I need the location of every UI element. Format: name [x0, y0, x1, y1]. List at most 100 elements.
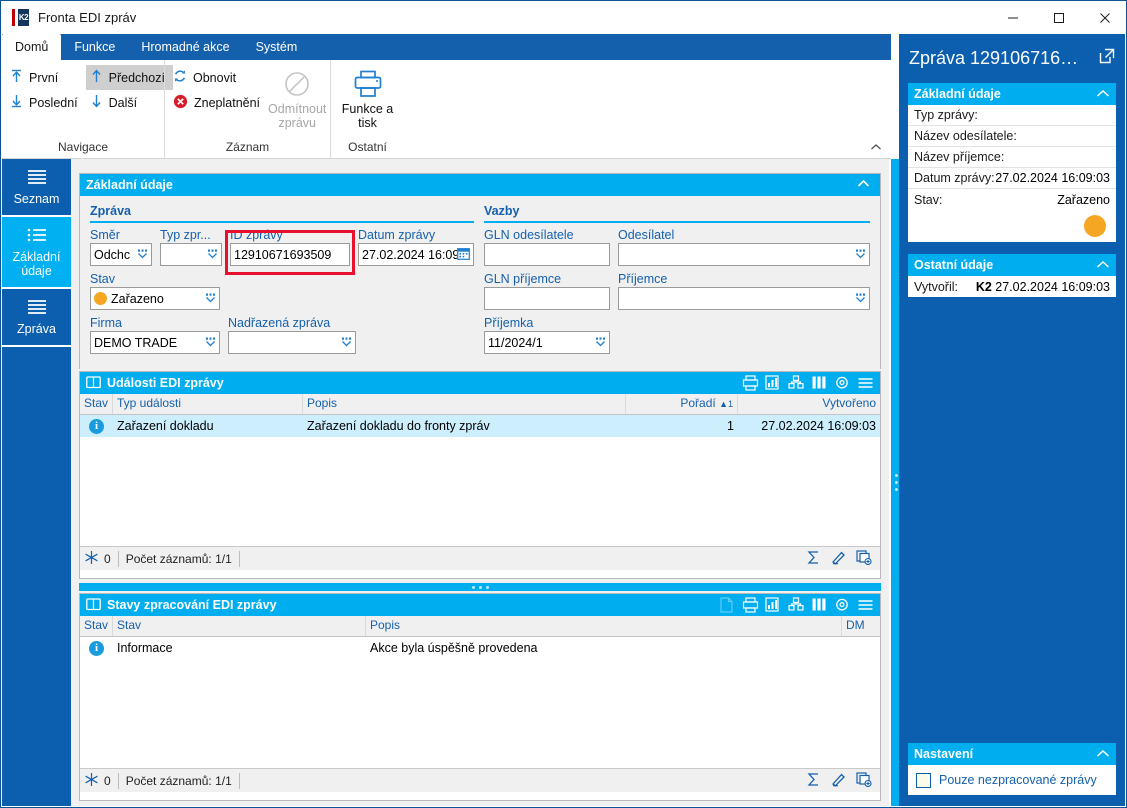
tab-domu[interactable]: Domů [2, 34, 62, 60]
field-smer-input[interactable]: Odchc [90, 243, 152, 266]
filter-count: 0 [104, 551, 111, 566]
status-separator-2 [238, 772, 240, 789]
column-header-stav[interactable]: Stav [80, 394, 113, 414]
sidebar-item-zakladni-udaje[interactable]: Základní údaje [2, 217, 71, 289]
checkbox-icon[interactable] [916, 772, 931, 788]
table-row[interactable]: i Zařazení dokladu Zařazení dokladu do f… [80, 415, 880, 437]
chevron-up-icon[interactable] [1096, 87, 1110, 101]
column-header-vytvoreno[interactable]: Vytvořeno [738, 394, 880, 414]
section-zprava-title: Zpráva [90, 204, 131, 218]
field-stav-input[interactable]: Zařazeno [90, 287, 220, 310]
ribbon-tabs: Domů Funkce Hromadné akce Systém [2, 34, 891, 60]
chevron-up-icon[interactable] [1096, 747, 1110, 761]
column-header-poradi[interactable]: Pořadí ▲1 [626, 394, 738, 414]
chart-icon[interactable] [765, 375, 782, 391]
chevron-down-icon[interactable] [205, 248, 218, 261]
menu-icon[interactable] [857, 597, 874, 613]
chevron-up-icon[interactable] [1096, 258, 1110, 272]
field-stav: Stav Zařazeno [90, 272, 220, 310]
pivot-icon[interactable] [788, 597, 805, 613]
column-header-popis[interactable]: Popis [366, 616, 842, 636]
field-id-zpravy: ID zprávy 12910671693509 [230, 228, 350, 266]
chevron-down-icon[interactable] [135, 248, 148, 261]
field-stav-label: Stav [90, 272, 116, 286]
checkbox-pouze-nezpracovane-zpravy[interactable]: Pouze nezpracované zprávy [908, 765, 1116, 795]
print-icon[interactable] [742, 597, 759, 613]
field-prijemka: Příjemka 11/2024/1 [484, 316, 610, 354]
field-datum-zpravy-input[interactable]: 27.02.2024 16:09: [358, 243, 474, 266]
column-header-typ-udalosti[interactable]: Typ události [113, 394, 303, 414]
button-posledni[interactable]: Poslední [6, 90, 86, 115]
column-header-stav-icon[interactable]: Stav [80, 616, 113, 636]
button-prvni[interactable]: První [6, 65, 86, 90]
menu-icon[interactable] [857, 375, 874, 391]
button-predchozi[interactable]: Předchozí [85, 65, 173, 90]
sum-icon[interactable] [806, 772, 821, 790]
events-grid-columns: Stav Typ události Popis Pořadí ▲1 Vytvoř… [80, 394, 880, 415]
chevron-up-icon[interactable] [867, 140, 885, 156]
horizontal-splitter[interactable] [79, 583, 881, 591]
chevron-down-icon[interactable] [203, 336, 216, 349]
field-odesilatel-input[interactable] [618, 243, 870, 266]
section-vazby-title: Vazby [484, 204, 520, 218]
button-zneplatneni[interactable]: Zneplatnění [169, 90, 268, 115]
page-icon[interactable] [719, 597, 736, 613]
field-prijemce-input[interactable] [618, 287, 870, 310]
columns-icon[interactable] [811, 375, 828, 391]
button-obnovit-label: Obnovit [193, 70, 237, 85]
field-gln-prijemce-input[interactable] [484, 287, 610, 310]
chevron-down-icon[interactable] [853, 248, 866, 261]
chevron-down-icon[interactable] [853, 292, 866, 305]
field-firma-input[interactable]: DEMO TRADE [90, 331, 220, 354]
close-icon[interactable] [1082, 1, 1126, 34]
new-record-icon[interactable] [856, 549, 872, 568]
settings-icon[interactable] [834, 375, 851, 391]
button-odmitnout-zpravu[interactable]: Odmítnout zprávu [268, 65, 326, 130]
button-dalsi[interactable]: Další [86, 90, 173, 115]
sidebar-item-zprava[interactable]: Zpráva [2, 289, 71, 347]
chevron-down-icon[interactable] [339, 336, 352, 349]
print-icon[interactable] [742, 375, 759, 391]
column-header-popis[interactable]: Popis [303, 394, 626, 414]
chart-icon[interactable] [765, 597, 782, 613]
sum-icon[interactable] [806, 550, 821, 568]
calendar-icon[interactable] [457, 247, 470, 263]
new-record-icon[interactable] [856, 771, 872, 790]
pivot-icon[interactable] [788, 375, 805, 391]
column-header-stav[interactable]: Stav [113, 616, 366, 636]
states-grid-title: Stavy zpracování EDI zprávy [107, 598, 277, 612]
field-gln-odesilatele-input[interactable] [484, 243, 610, 266]
chevron-down-icon[interactable] [593, 336, 606, 349]
sidebar-item-seznam[interactable]: Seznam [2, 159, 71, 217]
settings-icon[interactable] [834, 597, 851, 613]
field-nadrazena-zprava: Nadřazená zpráva [228, 316, 356, 354]
field-datum-zpravy: Datum zprávy 27.02.2024 16:09: [358, 228, 474, 266]
column-header-dm[interactable]: DM [842, 616, 880, 636]
button-funkce-a-tisk[interactable]: Funkce a tisk [335, 65, 400, 130]
ribbon-group-ostatni-label: Ostatní [348, 140, 387, 154]
chevron-down-icon[interactable] [203, 292, 216, 305]
field-prijemka-input[interactable]: 11/2024/1 [484, 331, 610, 354]
field-nadrazena-zprava-input[interactable] [228, 331, 356, 354]
columns-icon[interactable] [811, 597, 828, 613]
snowflake-icon[interactable] [84, 550, 99, 568]
maximize-icon[interactable] [1036, 1, 1082, 34]
events-grid-header: Události EDI zprávy [80, 372, 880, 394]
minimize-icon[interactable] [990, 1, 1036, 34]
field-typ-zpravy-input[interactable] [160, 243, 222, 266]
edit-icon[interactable] [831, 550, 846, 568]
table-row[interactable]: i Informace Akce byla úspěšně provedena [80, 637, 880, 659]
field-id-zpravy-input[interactable]: 12910671693509 [230, 243, 350, 266]
button-obnovit[interactable]: Obnovit [169, 65, 268, 90]
events-grid-status-actions [806, 549, 876, 568]
field-nadrazena-zprava-label: Nadřazená zpráva [228, 316, 331, 330]
chevron-up-icon[interactable] [853, 179, 874, 191]
panel-udalosti-edi-zpravy: Události EDI zprávy Stav Typ události Po… [79, 371, 881, 579]
snowflake-icon[interactable] [84, 772, 99, 790]
tab-funkce[interactable]: Funkce [61, 34, 128, 60]
edit-icon[interactable] [831, 772, 846, 790]
tab-system[interactable]: Systém [243, 34, 311, 60]
popout-icon[interactable] [1099, 48, 1115, 69]
tab-hromadne-akce[interactable]: Hromadné akce [128, 34, 242, 60]
panel-zakladni-udaje: Základní údaje Zpráva Směr Odchc Typ zpr… [79, 173, 881, 370]
